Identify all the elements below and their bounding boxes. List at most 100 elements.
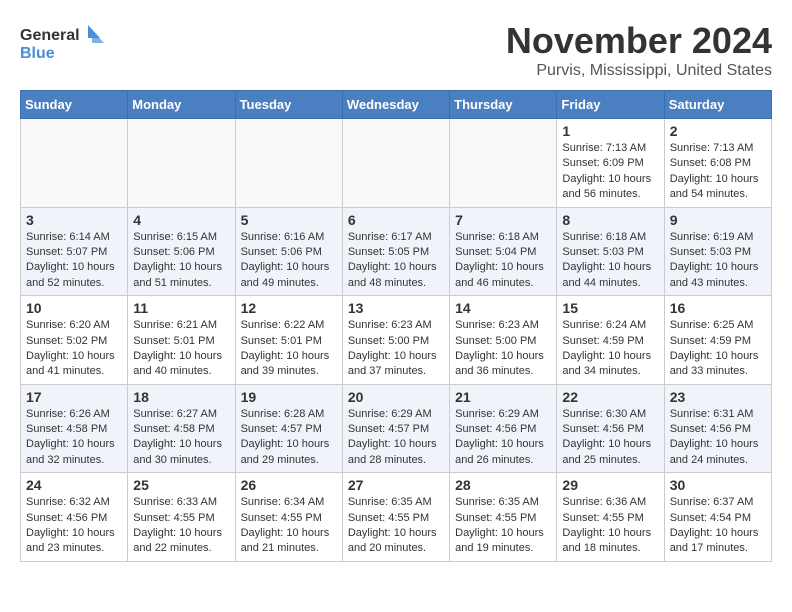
calendar-cell: 3 Sunrise: 6:14 AMSunset: 5:07 PMDaylight… — [21, 207, 128, 296]
page-header: General Blue November 2024 Purvis, Missi… — [20, 20, 772, 80]
day-number: 20 — [348, 389, 444, 405]
week-row-3: 10 Sunrise: 6:20 AMSunset: 5:02 PMDayligh… — [21, 296, 772, 385]
day-number: 11 — [133, 300, 229, 316]
day-number: 13 — [348, 300, 444, 316]
day-number: 29 — [562, 477, 658, 493]
day-number: 14 — [455, 300, 551, 316]
month-title: November 2024 — [506, 20, 772, 62]
day-info: Sunrise: 6:23 AMSunset: 5:00 PMDaylight:… — [348, 318, 444, 380]
col-tuesday: Tuesday — [235, 91, 342, 119]
calendar-table: Sunday Monday Tuesday Wednesday Thursday… — [20, 90, 772, 562]
day-number: 5 — [241, 212, 337, 228]
calendar-cell — [128, 119, 235, 208]
calendar-cell: 16 Sunrise: 6:25 AMSunset: 4:59 PMDayligh… — [664, 296, 771, 385]
day-info: Sunrise: 6:27 AMSunset: 4:58 PMDaylight:… — [133, 407, 229, 469]
calendar-cell — [342, 119, 449, 208]
day-number: 10 — [26, 300, 122, 316]
calendar-cell: 21Sunrise: 6:29 AMSunset: 4:56 PMDayligh… — [450, 384, 557, 473]
day-info: Sunrise: 6:23 AMSunset: 5:00 PMDaylight:… — [455, 318, 551, 380]
calendar-cell: 19Sunrise: 6:28 AMSunset: 4:57 PMDayligh… — [235, 384, 342, 473]
calendar-cell: 13 Sunrise: 6:23 AMSunset: 5:00 PMDayligh… — [342, 296, 449, 385]
day-number: 7 — [455, 212, 551, 228]
day-number: 1 — [562, 123, 658, 139]
day-number: 27 — [348, 477, 444, 493]
calendar-cell: 23 Sunrise: 6:31 AMSunset: 4:56 PMDayligh… — [664, 384, 771, 473]
logo-icon: General Blue — [20, 20, 110, 70]
day-number: 4 — [133, 212, 229, 228]
calendar-cell: 5 Sunrise: 6:16 AMSunset: 5:06 PMDaylight… — [235, 207, 342, 296]
header-row: Sunday Monday Tuesday Wednesday Thursday… — [21, 91, 772, 119]
calendar-cell: 30 Sunrise: 6:37 AMSunset: 4:54 PMDayligh… — [664, 473, 771, 562]
day-info: Sunrise: 6:24 AMSunset: 4:59 PMDaylight:… — [562, 318, 658, 380]
day-number: 23 — [670, 389, 766, 405]
calendar-cell: 24 Sunrise: 6:32 AMSunset: 4:56 PMDayligh… — [21, 473, 128, 562]
day-info: Sunrise: 6:28 AMSunset: 4:57 PMDaylight:… — [241, 407, 337, 469]
day-number: 30 — [670, 477, 766, 493]
day-info: Sunrise: 6:37 AMSunset: 4:54 PMDaylight:… — [670, 495, 766, 557]
col-thursday: Thursday — [450, 91, 557, 119]
day-number: 6 — [348, 212, 444, 228]
calendar-cell: 25 Sunrise: 6:33 AMSunset: 4:55 PMDayligh… — [128, 473, 235, 562]
col-wednesday: Wednesday — [342, 91, 449, 119]
calendar-cell: 4 Sunrise: 6:15 AMSunset: 5:06 PMDaylight… — [128, 207, 235, 296]
day-number: 22 — [562, 389, 658, 405]
calendar-cell: 1 Sunrise: 7:13 AMSunset: 6:09 PMDaylight… — [557, 119, 664, 208]
logo: General Blue — [20, 20, 110, 70]
day-number: 12 — [241, 300, 337, 316]
calendar-cell — [235, 119, 342, 208]
day-info: Sunrise: 7:13 AMSunset: 6:08 PMDaylight:… — [670, 141, 766, 203]
title-area: November 2024 Purvis, Mississippi, Unite… — [506, 20, 772, 80]
day-info: Sunrise: 6:35 AMSunset: 4:55 PMDaylight:… — [455, 495, 551, 557]
week-row-1: 1 Sunrise: 7:13 AMSunset: 6:09 PMDaylight… — [21, 119, 772, 208]
location-title: Purvis, Mississippi, United States — [506, 62, 772, 80]
calendar-cell: 8Sunrise: 6:18 AMSunset: 5:03 PMDaylight… — [557, 207, 664, 296]
day-info: Sunrise: 6:15 AMSunset: 5:06 PMDaylight:… — [133, 230, 229, 292]
col-sunday: Sunday — [21, 91, 128, 119]
day-number: 28 — [455, 477, 551, 493]
calendar-cell: 29 Sunrise: 6:36 AMSunset: 4:55 PMDayligh… — [557, 473, 664, 562]
day-number: 18 — [133, 389, 229, 405]
day-info: Sunrise: 6:34 AMSunset: 4:55 PMDaylight:… — [241, 495, 337, 557]
day-number: 24 — [26, 477, 122, 493]
day-info: Sunrise: 6:16 AMSunset: 5:06 PMDaylight:… — [241, 230, 337, 292]
day-info: Sunrise: 6:35 AMSunset: 4:55 PMDaylight:… — [348, 495, 444, 557]
calendar-cell — [450, 119, 557, 208]
day-info: Sunrise: 6:32 AMSunset: 4:56 PMDaylight:… — [26, 495, 122, 557]
calendar-cell: 6Sunrise: 6:17 AMSunset: 5:05 PMDaylight… — [342, 207, 449, 296]
day-number: 16 — [670, 300, 766, 316]
col-monday: Monday — [128, 91, 235, 119]
calendar-cell — [21, 119, 128, 208]
calendar-cell: 2 Sunrise: 7:13 AMSunset: 6:08 PMDaylight… — [664, 119, 771, 208]
day-info: Sunrise: 6:36 AMSunset: 4:55 PMDaylight:… — [562, 495, 658, 557]
day-info: Sunrise: 6:18 AMSunset: 5:03 PMDaylight:… — [562, 230, 658, 292]
calendar-cell: 18 Sunrise: 6:27 AMSunset: 4:58 PMDayligh… — [128, 384, 235, 473]
day-number: 9 — [670, 212, 766, 228]
calendar-cell: 26 Sunrise: 6:34 AMSunset: 4:55 PMDayligh… — [235, 473, 342, 562]
calendar-cell: 11Sunrise: 6:21 AMSunset: 5:01 PMDayligh… — [128, 296, 235, 385]
day-number: 17 — [26, 389, 122, 405]
calendar-cell: 22Sunrise: 6:30 AMSunset: 4:56 PMDayligh… — [557, 384, 664, 473]
day-info: Sunrise: 6:31 AMSunset: 4:56 PMDaylight:… — [670, 407, 766, 469]
calendar-cell: 14 Sunrise: 6:23 AMSunset: 5:00 PMDayligh… — [450, 296, 557, 385]
day-info: Sunrise: 7:13 AMSunset: 6:09 PMDaylight:… — [562, 141, 658, 203]
day-info: Sunrise: 6:19 AMSunset: 5:03 PMDaylight:… — [670, 230, 766, 292]
day-number: 2 — [670, 123, 766, 139]
day-number: 15 — [562, 300, 658, 316]
calendar-cell: 12 Sunrise: 6:22 AMSunset: 5:01 PMDayligh… — [235, 296, 342, 385]
col-saturday: Saturday — [664, 91, 771, 119]
day-info: Sunrise: 6:22 AMSunset: 5:01 PMDaylight:… — [241, 318, 337, 380]
calendar-cell: 17Sunrise: 6:26 AMSunset: 4:58 PMDayligh… — [21, 384, 128, 473]
day-number: 21 — [455, 389, 551, 405]
svg-text:General: General — [20, 27, 80, 44]
day-info: Sunrise: 6:14 AMSunset: 5:07 PMDaylight:… — [26, 230, 122, 292]
day-number: 26 — [241, 477, 337, 493]
day-number: 3 — [26, 212, 122, 228]
day-number: 25 — [133, 477, 229, 493]
day-info: Sunrise: 6:25 AMSunset: 4:59 PMDaylight:… — [670, 318, 766, 380]
calendar-cell: 27 Sunrise: 6:35 AMSunset: 4:55 PMDayligh… — [342, 473, 449, 562]
day-info: Sunrise: 6:33 AMSunset: 4:55 PMDaylight:… — [133, 495, 229, 557]
svg-text:Blue: Blue — [20, 45, 55, 62]
week-row-4: 17Sunrise: 6:26 AMSunset: 4:58 PMDayligh… — [21, 384, 772, 473]
calendar-cell: 15 Sunrise: 6:24 AMSunset: 4:59 PMDayligh… — [557, 296, 664, 385]
day-info: Sunrise: 6:20 AMSunset: 5:02 PMDaylight:… — [26, 318, 122, 380]
